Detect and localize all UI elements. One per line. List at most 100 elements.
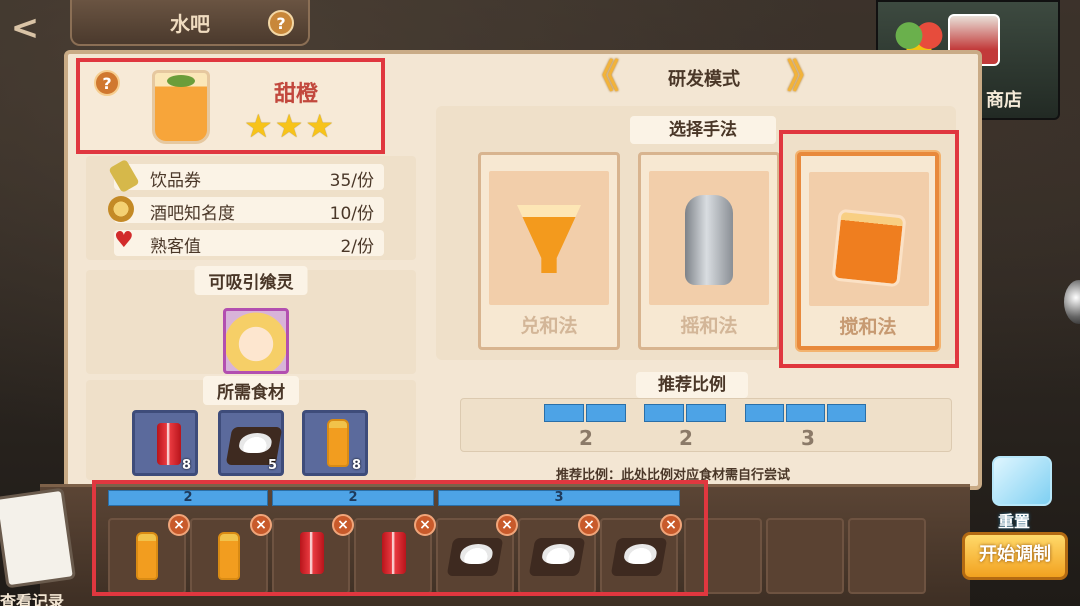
shop-label: 商店	[986, 90, 1022, 111]
juice-bottle-icon	[136, 532, 158, 580]
stat-value: 35/份	[329, 171, 374, 191]
remove-icon[interactable]: ×	[660, 514, 682, 536]
ratio-group: 3	[745, 404, 871, 450]
page-title: 水吧	[170, 11, 210, 36]
mix-slot-empty[interactable]	[684, 518, 762, 594]
cola-can-icon	[382, 532, 406, 574]
ingredient-count: 5	[267, 458, 277, 473]
mix-slot[interactable]: ×	[272, 514, 354, 594]
remove-icon[interactable]: ×	[496, 514, 518, 536]
stat-row-ticket: 饮品券 35/份	[108, 158, 384, 194]
ratio-group: 2	[544, 404, 628, 450]
ratio-segment	[644, 404, 684, 422]
history-label[interactable]: 查看记录	[0, 588, 64, 606]
ingredient-cola[interactable]: 8	[132, 410, 198, 476]
stat-row-fame: 酒吧知名度 10/份	[108, 196, 384, 224]
drink-help-icon[interactable]: ?	[94, 70, 120, 96]
juice-bottle-icon	[327, 419, 349, 467]
rewards-box: 饮品券 35/份 酒吧知名度 10/份 ♥ 熟客值 2/份	[86, 156, 416, 260]
cola-can-icon	[300, 532, 324, 574]
sugar-icon	[446, 538, 504, 576]
ratio-segment	[544, 404, 584, 422]
method-label: 搅和法	[839, 316, 897, 338]
remove-icon[interactable]: ×	[250, 514, 272, 536]
ratio-segment	[786, 404, 825, 422]
coin-icon	[108, 196, 134, 222]
ratio-number: 2	[679, 426, 693, 450]
ingredient-orange-juice[interactable]: 8	[302, 410, 368, 476]
star-rating: ★ ★ ★	[244, 110, 334, 142]
stat-value: 2/份	[340, 237, 374, 257]
shaker-icon	[685, 195, 733, 285]
remove-icon[interactable]: ×	[578, 514, 600, 536]
reset-button[interactable]: 重置	[982, 456, 1066, 531]
mix-slot[interactable]: ×	[600, 514, 682, 594]
drink-name: 甜橙	[274, 82, 319, 107]
stat-label: 熟客值	[150, 237, 201, 257]
heart-icon: ♥	[114, 228, 134, 253]
mix-slot-empty[interactable]	[848, 518, 926, 594]
help-icon[interactable]: ?	[268, 10, 294, 36]
ratio-number: 3	[801, 426, 815, 450]
method-card-shake[interactable]: 摇和法	[638, 152, 780, 350]
ingredient-count: 8	[181, 458, 191, 473]
star-icon: ★	[274, 107, 304, 145]
ingredients-title: 所需食材	[203, 376, 299, 405]
recipe-info-column: ? 甜橙 ★ ★ ★ 饮品券 35/份 酒吧知名度 10/份 ♥ 熟客值 2/份…	[80, 60, 416, 480]
mix-slot[interactable]: ×	[436, 514, 518, 594]
start-mixing-button[interactable]: 开始调制	[962, 532, 1068, 580]
stirred-drink-icon	[831, 208, 907, 288]
ratio-group: 2	[644, 404, 728, 450]
remove-icon[interactable]: ×	[168, 514, 190, 536]
ratio-note: 推荐比例：此处比例对应食材需自行尝试	[556, 468, 791, 483]
drink-header: ? 甜橙 ★ ★ ★	[80, 60, 385, 152]
remove-icon[interactable]: ×	[414, 514, 436, 536]
mix-slot[interactable]: ×	[190, 514, 272, 594]
spirit-avatar[interactable]	[223, 308, 289, 374]
method-label: 兑和法	[520, 315, 578, 337]
mix-slot[interactable]: ×	[354, 514, 436, 594]
juice-bottle-icon	[218, 532, 240, 580]
method-card-stir[interactable]: 搅和法	[797, 152, 939, 350]
star-icon: ★	[244, 107, 273, 145]
ingredient-count: 8	[351, 458, 361, 473]
remove-icon[interactable]: ×	[332, 514, 354, 536]
next-mode-button[interactable]: 》	[784, 60, 824, 96]
mix-slot[interactable]: ×	[518, 514, 600, 594]
ticket-icon	[108, 158, 140, 194]
attract-box: 可吸引飨灵	[86, 266, 416, 374]
stat-value: 10/份	[329, 204, 374, 224]
sugar-icon	[610, 538, 668, 576]
ratio-segment	[686, 404, 726, 422]
card-art	[649, 171, 769, 305]
stat-row-regular: ♥ 熟客值 2/份	[114, 228, 384, 257]
slot-ratio-bar: 3	[438, 490, 680, 506]
mix-slot[interactable]: ×	[108, 514, 190, 594]
star-icon: ★	[305, 107, 335, 145]
mix-slot-empty[interactable]	[766, 518, 844, 594]
card-art	[809, 172, 929, 306]
cola-can-icon	[157, 423, 181, 465]
card-art	[489, 171, 609, 305]
ice-cube-icon	[992, 456, 1052, 506]
stat-label: 饮品券	[150, 171, 201, 191]
ratio-segment	[827, 404, 866, 422]
attract-title: 可吸引飨灵	[194, 266, 308, 295]
page-title-tab: 水吧 ?	[70, 0, 310, 46]
cocktail-glass-icon	[517, 205, 581, 273]
ratio-number: 2	[579, 426, 593, 450]
reset-label: 重置	[998, 512, 1031, 531]
clipboard-icon[interactable]	[0, 487, 77, 589]
slot-ratio-bar: 2	[272, 490, 434, 506]
ratio-title: 推荐比例	[636, 372, 748, 398]
ratio-segment	[586, 404, 626, 422]
method-card-build[interactable]: 兑和法	[478, 152, 620, 350]
back-button[interactable]: <	[0, 8, 50, 48]
orange-drink-icon	[152, 70, 210, 144]
ingredient-sugar[interactable]: 5	[218, 410, 284, 476]
ratio-segment	[745, 404, 784, 422]
method-title: 选择手法	[630, 116, 776, 144]
ingredients-box: 所需食材 8 5 8	[86, 376, 416, 480]
slot-ratio-bar: 2	[108, 490, 268, 506]
sugar-icon	[528, 538, 586, 576]
